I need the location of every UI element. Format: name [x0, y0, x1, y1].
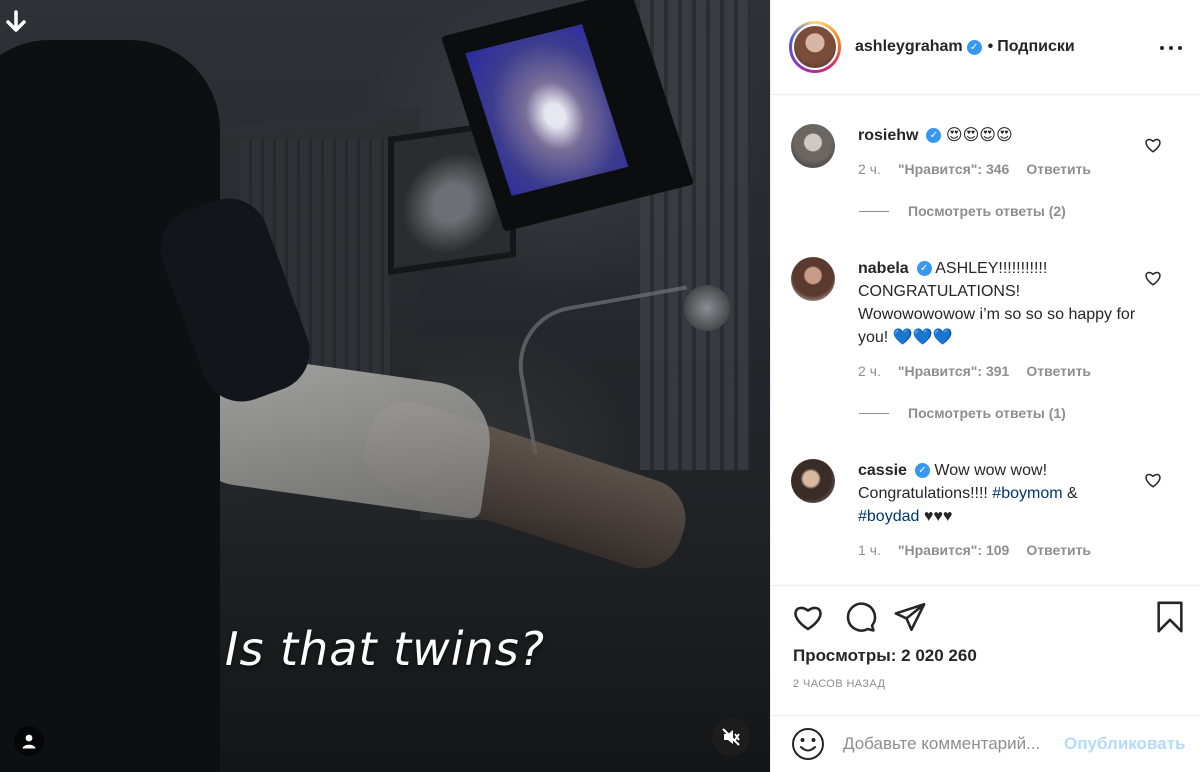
comment-time[interactable]: 2 ч. [858, 363, 881, 379]
mute-icon[interactable] [712, 718, 750, 756]
video-scene-lamp [684, 285, 730, 331]
comment-heart-icon[interactable] [1144, 136, 1162, 154]
reply-button[interactable]: Ответить [1026, 542, 1091, 558]
view-replies-label: Посмотреть ответы (2) [908, 203, 1066, 219]
commenter-avatar[interactable] [791, 459, 835, 503]
view-replies-button[interactable]: Посмотреть ответы (2) [859, 203, 1186, 219]
comment-item: nabela ✓ ASHLEY!!!!!!!!!!! CONGRATULATION… [791, 257, 1186, 421]
user-tag-icon[interactable] [14, 726, 44, 756]
post-actions: Просмотры: 2 020 260 2 ЧАСОВ НАЗАД [771, 585, 1200, 715]
download-arrow-icon[interactable] [6, 10, 26, 34]
heart-icon[interactable] [791, 600, 825, 634]
comment-text-end: ♥♥♥ [919, 508, 953, 525]
comment-input[interactable] [843, 734, 1064, 754]
comment-username[interactable]: nabela [858, 260, 909, 277]
video-caption: Is that twins? [224, 622, 546, 676]
reply-button[interactable]: Ответить [1026, 363, 1091, 379]
more-icon[interactable] [1160, 38, 1182, 58]
hashtag-link[interactable]: #boydad [858, 508, 919, 525]
author-avatar[interactable] [789, 21, 841, 73]
post-sidebar: ashleygraham ✓ • Подписки rosiehw ✓ 😍😍😍😍 … [770, 0, 1200, 772]
comment-username[interactable]: rosiehw [858, 127, 918, 144]
hashtag-link[interactable]: #boymom [992, 485, 1062, 502]
post-age[interactable]: 2 ЧАСОВ НАЗАД [793, 678, 885, 690]
comment-item: rosiehw ✓ 😍😍😍😍 2 ч. "Нравится": 346 Ответ… [791, 124, 1186, 219]
emoji-icon[interactable] [791, 727, 825, 761]
comment-likes[interactable]: "Нравится": 391 [898, 363, 1009, 379]
comment-time[interactable]: 2 ч. [858, 161, 881, 177]
comment-username[interactable]: cassie [858, 462, 907, 479]
comment-likes[interactable]: "Нравится": 109 [898, 542, 1009, 558]
comment-text-amp: & [1062, 485, 1078, 502]
comments-list: rosiehw ✓ 😍😍😍😍 2 ч. "Нравится": 346 Ответ… [771, 95, 1200, 585]
verified-icon: ✓ [926, 128, 942, 144]
view-count[interactable]: Просмотры: 2 020 260 [793, 646, 977, 666]
comment-time[interactable]: 1 ч. [858, 542, 881, 558]
post-header: ashleygraham ✓ • Подписки [771, 0, 1200, 95]
author-username[interactable]: ashleygraham [855, 38, 963, 56]
comment-item: cassie ✓ Wow wow wow! Congratulations!!!!… [791, 459, 1186, 558]
comment-likes[interactable]: "Нравится": 346 [898, 161, 1009, 177]
comment-heart-icon[interactable] [1144, 269, 1162, 287]
post-comment-button[interactable]: Опубликовать [1064, 734, 1185, 754]
reply-button[interactable]: Ответить [1026, 161, 1091, 177]
verified-icon: ✓ [966, 39, 982, 55]
video-player[interactable]: Is that twins? [0, 0, 770, 772]
view-replies-label: Посмотреть ответы (1) [908, 405, 1066, 421]
comment-heart-icon[interactable] [1144, 471, 1162, 489]
commenter-avatar[interactable] [791, 124, 835, 168]
comment-icon[interactable] [843, 600, 877, 634]
commenter-avatar[interactable] [791, 257, 835, 301]
share-icon[interactable] [893, 600, 927, 634]
comment-form: Опубликовать [771, 715, 1200, 772]
comment-text: 😍😍😍😍 [945, 127, 1013, 144]
view-replies-button[interactable]: Посмотреть ответы (1) [859, 405, 1186, 421]
verified-icon: ✓ [916, 261, 932, 277]
bookmark-icon[interactable] [1153, 600, 1187, 634]
following-button[interactable]: Подписки [997, 38, 1074, 56]
header-separator: • [987, 38, 994, 55]
verified-icon: ✓ [914, 463, 930, 479]
